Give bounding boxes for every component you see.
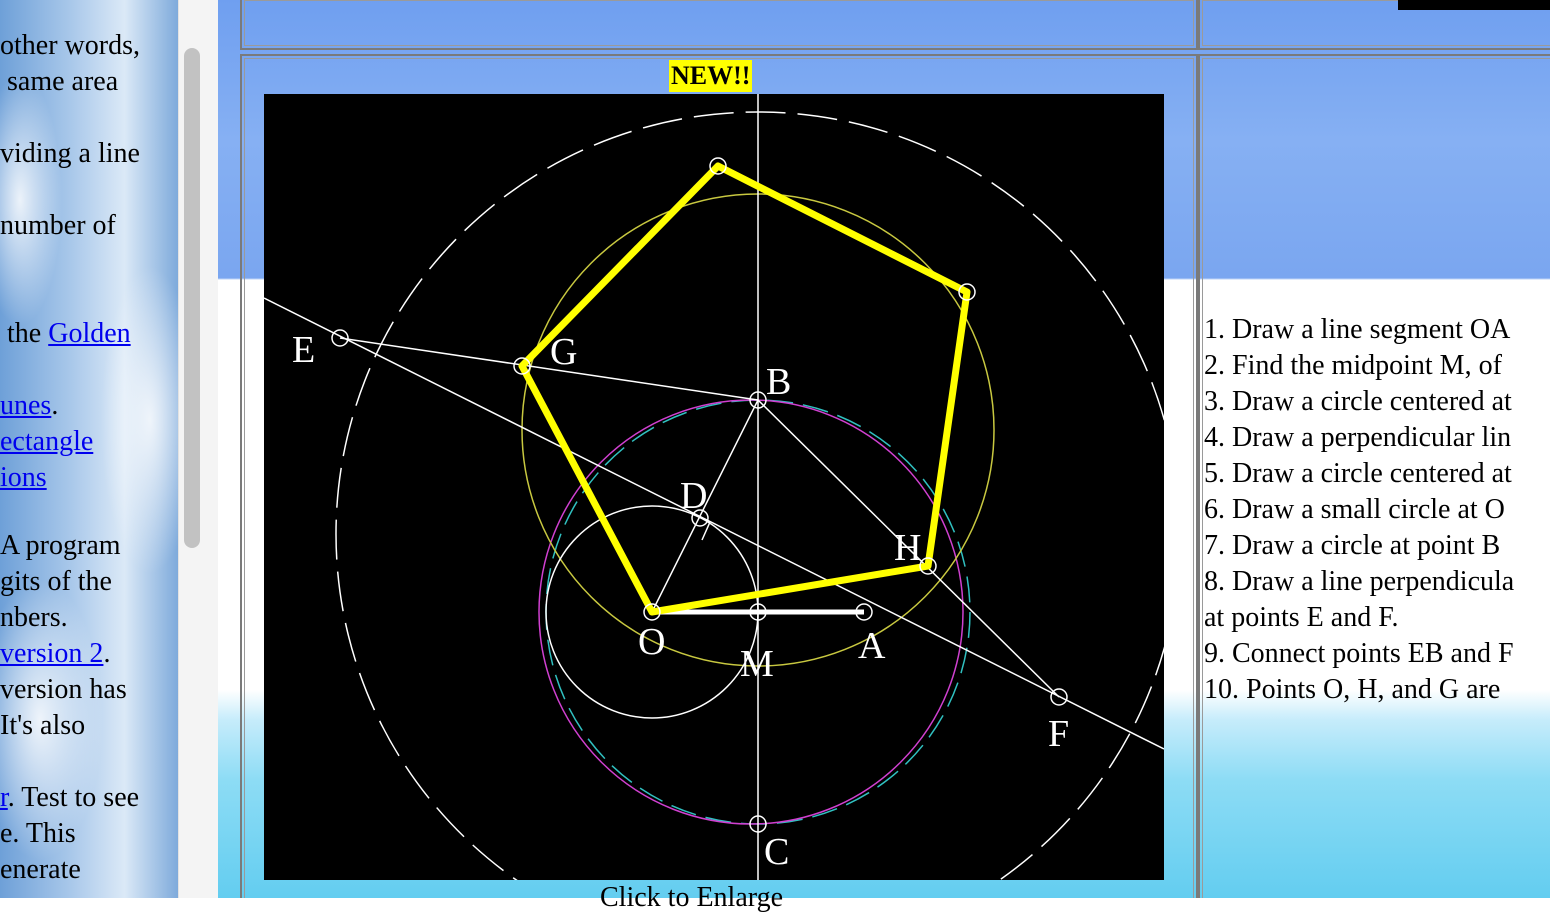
left-line: It's also bbox=[0, 710, 86, 741]
label-e: E bbox=[292, 329, 315, 371]
large-dashed-circle bbox=[335, 111, 1164, 880]
left-line: A program bbox=[0, 530, 121, 561]
scrollbar-thumb[interactable] bbox=[184, 48, 200, 548]
rectangle-link[interactable]: ectangle bbox=[0, 426, 93, 457]
label-o: O bbox=[638, 621, 665, 663]
label-a: A bbox=[858, 625, 886, 667]
version-2-link[interactable]: version 2 bbox=[0, 638, 103, 669]
left-line: other words, bbox=[0, 30, 140, 61]
left-panel: other words, same area viding a line num… bbox=[0, 0, 178, 898]
golden-link[interactable]: Golden bbox=[48, 318, 130, 349]
ions-link[interactable]: ions bbox=[0, 462, 47, 493]
label-h: H bbox=[894, 527, 921, 569]
table-cell-top-left bbox=[240, 0, 1198, 50]
left-line: version has bbox=[0, 674, 127, 705]
construction-steps: 1. Draw a line segment OA 2. Find the mi… bbox=[1204, 312, 1550, 708]
step-line: 3. Draw a circle centered at bbox=[1204, 386, 1512, 417]
left-line: version 2. bbox=[0, 638, 111, 669]
left-line: ectangle bbox=[0, 424, 93, 460]
step-line: 4. Draw a perpendicular lin bbox=[1204, 422, 1512, 453]
dark-banner-edge bbox=[1398, 0, 1550, 10]
label-d: D bbox=[680, 475, 707, 517]
segment-eb bbox=[339, 337, 759, 401]
step-line: 1. Draw a line segment OA bbox=[1204, 314, 1511, 345]
step-line: 9. Connect points EB and F bbox=[1204, 638, 1514, 669]
construction-diagram: E G B D H O M A F C bbox=[264, 94, 1164, 880]
left-line: same area bbox=[0, 66, 119, 97]
lunes-link[interactable]: unes bbox=[0, 390, 51, 421]
left-line: r. Test to see bbox=[0, 782, 140, 813]
label-b: B bbox=[766, 361, 791, 403]
pentagon-construction-figure[interactable]: E G B D H O M A F C bbox=[264, 94, 1164, 880]
left-line: nbers. bbox=[0, 602, 68, 633]
new-badge: NEW!! bbox=[669, 60, 753, 92]
label-f: F bbox=[1048, 713, 1069, 755]
left-line: gits of the bbox=[0, 566, 112, 597]
left-line: viding a line bbox=[0, 138, 140, 169]
left-line: number of bbox=[0, 210, 116, 241]
step-line: 8. Draw a line perpendicula bbox=[1204, 566, 1515, 597]
left-line: unes. bbox=[0, 390, 59, 421]
left-line: ions bbox=[0, 460, 47, 496]
label-m: M bbox=[740, 643, 774, 685]
figure-caption[interactable]: Click to Enlarge bbox=[600, 880, 783, 916]
step-line: 6. Draw a small circle at O bbox=[1204, 494, 1505, 525]
step-line: 2. Find the midpoint M, of bbox=[1204, 350, 1502, 381]
step-line: at points E and F. bbox=[1204, 602, 1399, 633]
r-link[interactable]: r bbox=[0, 782, 8, 813]
left-line: the Golden bbox=[0, 318, 131, 349]
left-line: e. This bbox=[0, 818, 76, 849]
label-c: C bbox=[764, 831, 789, 873]
step-line: 10. Points O, H, and G are bbox=[1204, 674, 1501, 705]
step-line: 5. Draw a circle centered at bbox=[1204, 458, 1512, 489]
step-line: 7. Draw a circle at point B bbox=[1204, 530, 1501, 561]
left-line: enerate bbox=[0, 854, 81, 885]
label-g: G bbox=[550, 331, 577, 373]
diagonal-line-ef bbox=[264, 297, 1164, 750]
